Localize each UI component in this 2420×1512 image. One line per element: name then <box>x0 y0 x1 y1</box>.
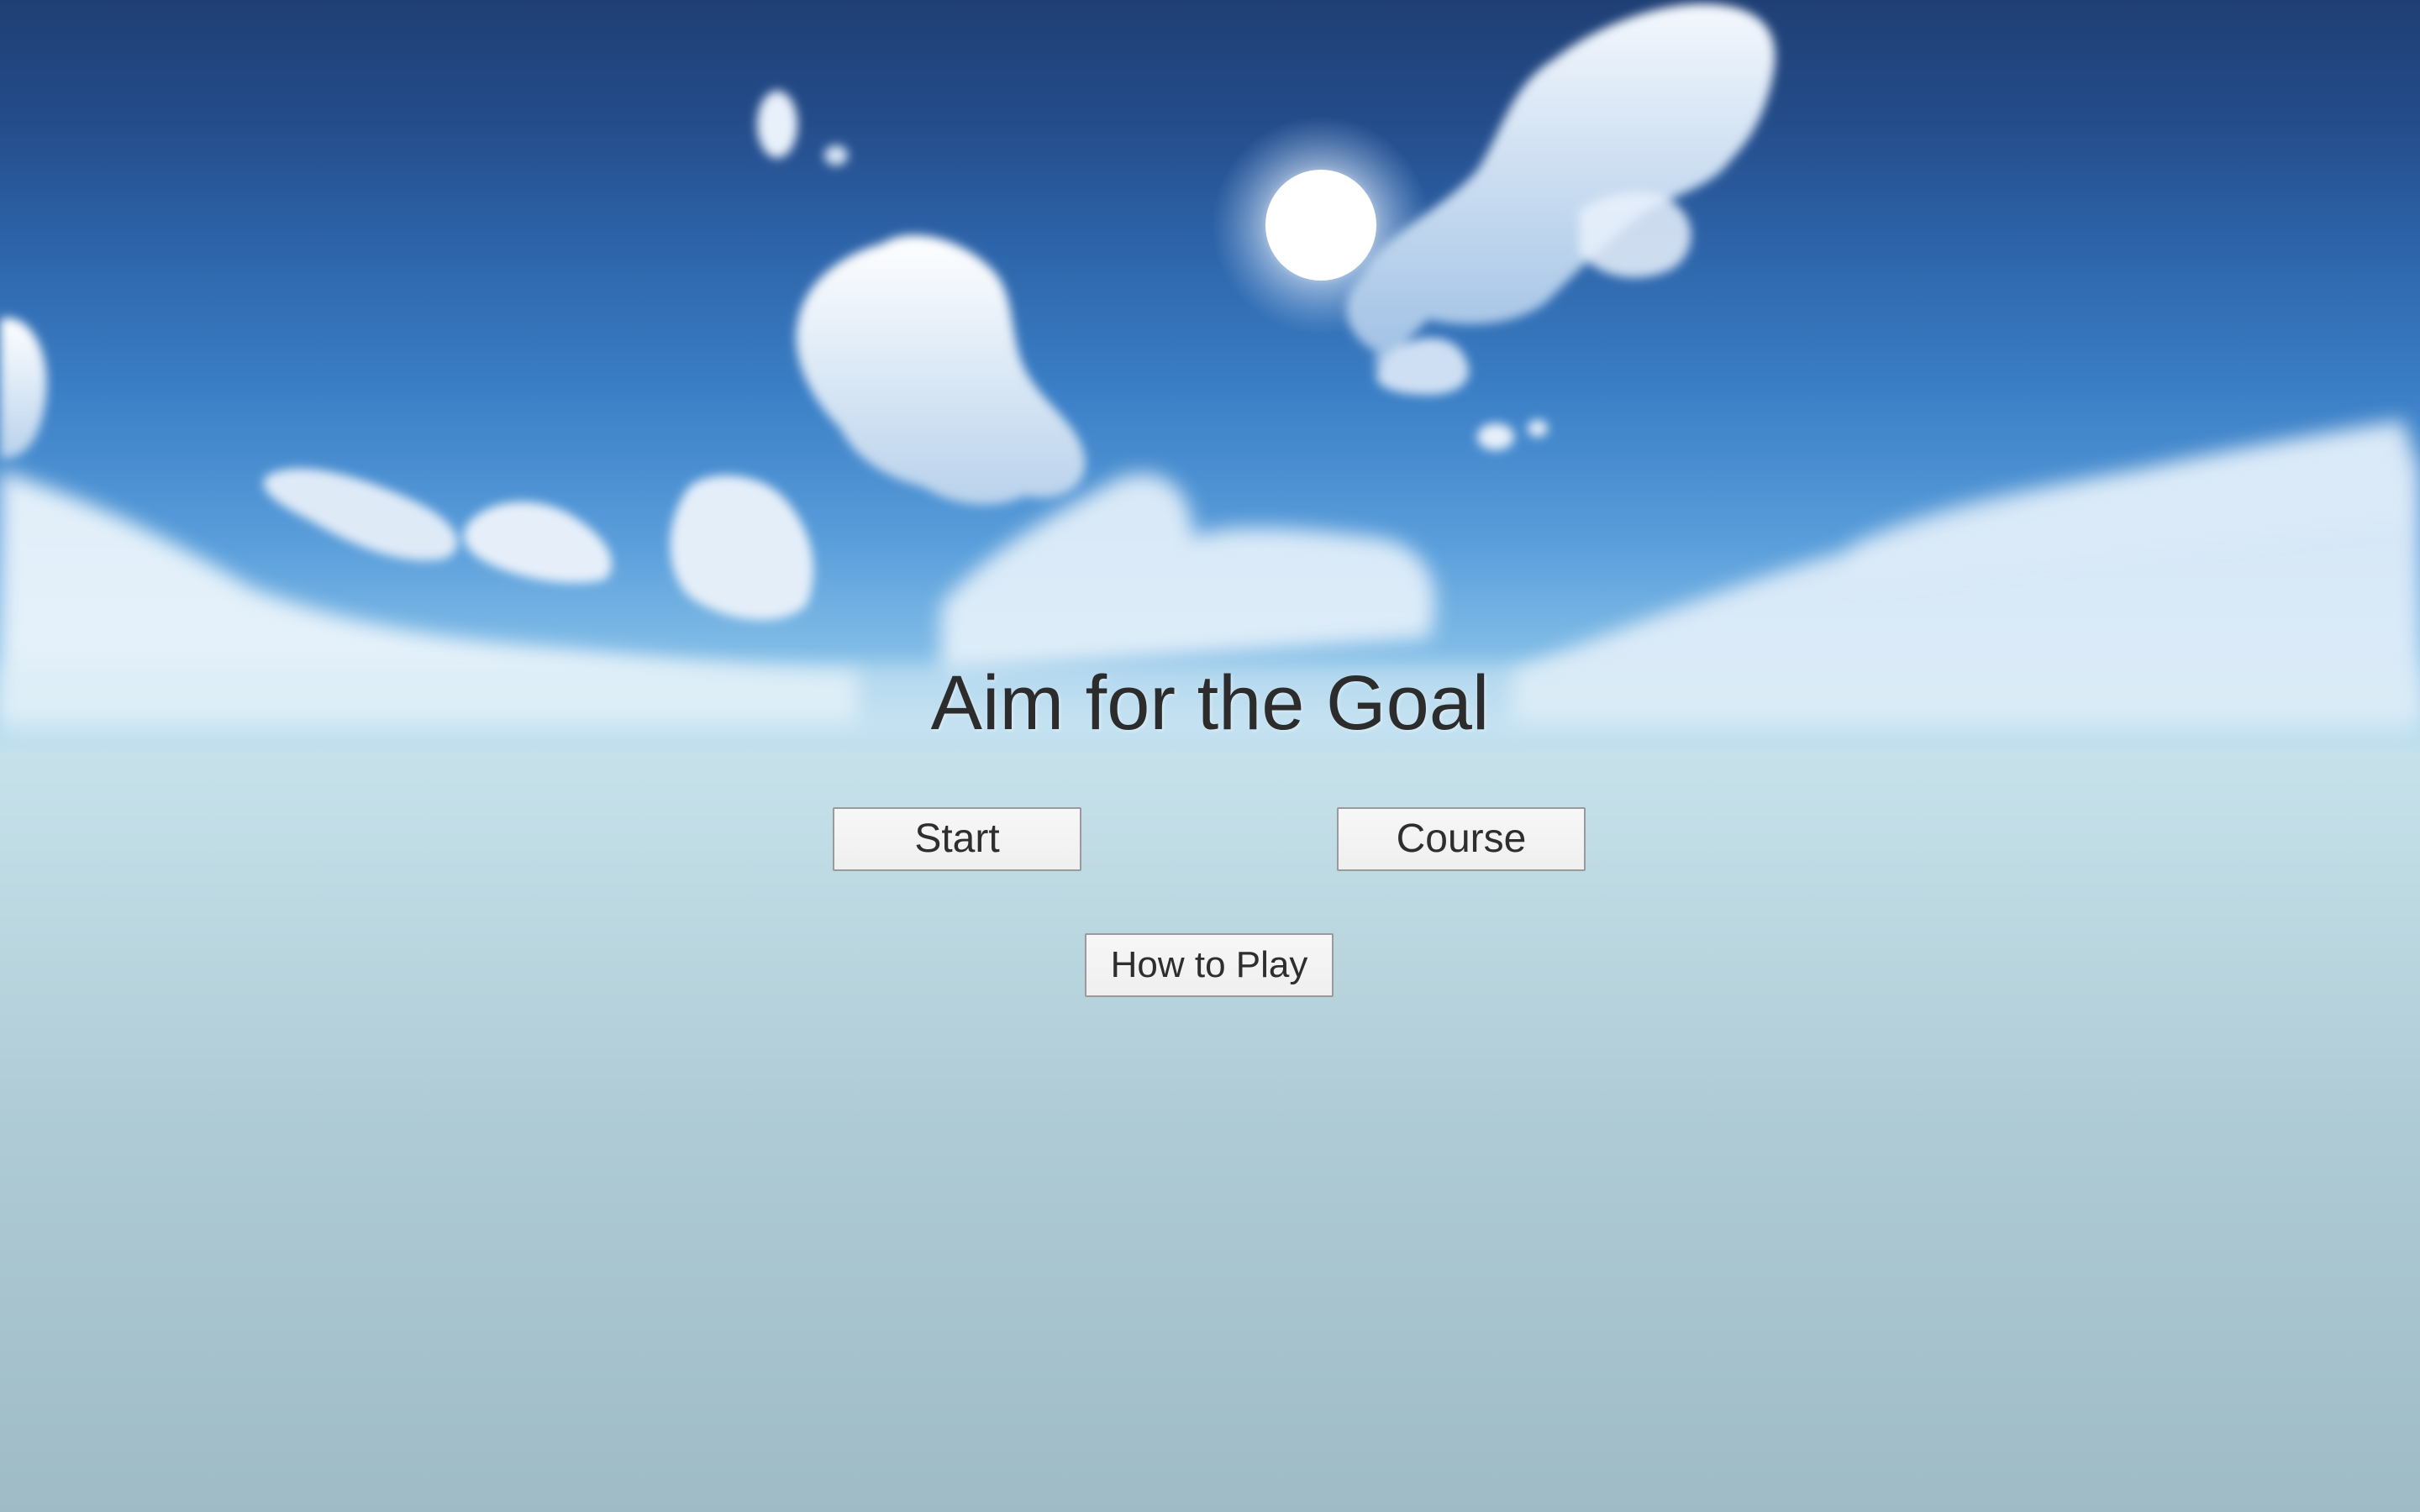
how-to-play-button[interactable]: How to Play <box>1085 933 1334 997</box>
start-button[interactable]: Start <box>833 807 1081 871</box>
cloud-mid-left <box>263 468 814 621</box>
cloud-left-edge <box>0 318 47 459</box>
clouds-layer <box>0 3 2420 739</box>
cloud-center <box>796 235 1086 505</box>
game-title: Aim for the Goal <box>930 660 1490 746</box>
course-button[interactable]: Course <box>1337 807 1586 871</box>
sky-background <box>0 0 2420 1512</box>
